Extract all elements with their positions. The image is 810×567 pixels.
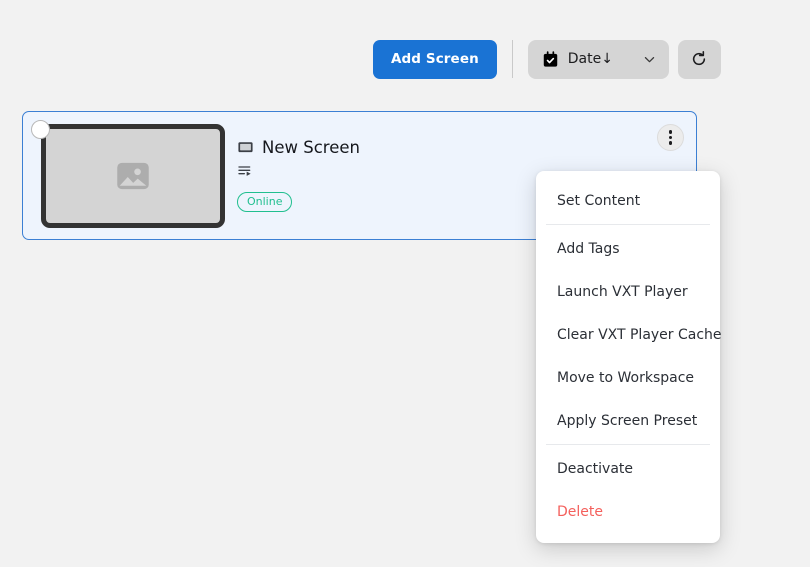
screen-playlist-row [237,163,360,179]
add-screen-button[interactable]: Add Screen [373,39,497,79]
refresh-icon [689,49,709,69]
menu-divider [546,444,710,445]
menu-item-move-to-workspace[interactable]: Move to Workspace [536,356,720,399]
toolbar-divider [511,40,513,78]
menu-item-set-content[interactable]: Set Content [536,179,720,222]
screen-card-info: New Screen Online [237,138,360,212]
screen-more-options-button[interactable] [657,124,684,151]
screen-select-checkbox[interactable] [31,120,50,139]
menu-divider [546,224,710,225]
sort-by-date-dropdown[interactable]: Date↓ [527,39,669,79]
screens-toolbar: Add Screen Date↓ [373,39,721,79]
screen-thumbnail [41,124,225,228]
status-badge: Online [237,192,293,212]
menu-item-clear-vxt-player-cache[interactable]: Clear VXT Player Cache [536,313,722,356]
refresh-button[interactable] [677,39,721,79]
screen-title-row: New Screen [237,138,360,157]
monitor-icon [237,139,254,156]
chevron-down-icon [642,52,657,67]
image-placeholder-icon [112,155,154,197]
page-root: Add Screen Date↓ New Screen Online Set C… [0,0,810,567]
menu-item-delete[interactable]: Delete [536,490,720,533]
more-vertical-icon [668,129,673,146]
playlist-play-icon [237,163,253,179]
screen-name: New Screen [262,138,360,157]
menu-item-add-tags[interactable]: Add Tags [536,227,720,270]
calendar-check-icon [542,50,559,68]
menu-item-apply-screen-preset[interactable]: Apply Screen Preset [536,399,720,442]
menu-item-launch-vxt-player[interactable]: Launch VXT Player [536,270,720,313]
menu-item-deactivate[interactable]: Deactivate [536,447,720,490]
sort-by-value: Date↓ [567,51,613,67]
screen-context-menu[interactable]: Set Content Add Tags Launch VXT Player C… [536,171,722,543]
